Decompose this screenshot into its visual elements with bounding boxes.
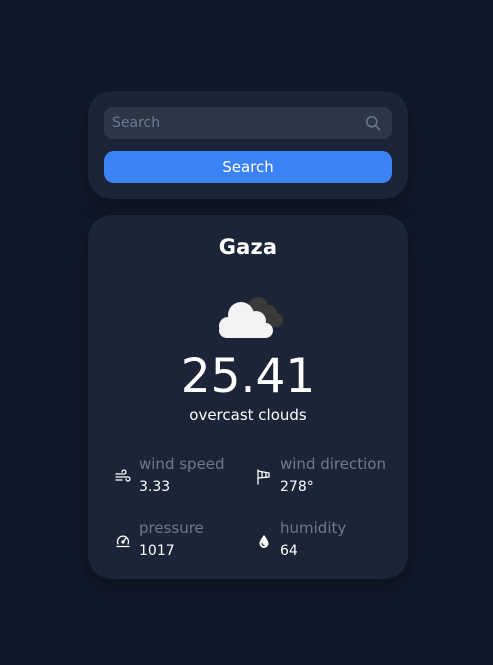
wind-direction-label: wind direction	[280, 455, 386, 473]
wind-speed-stat: wind speed 3.33	[115, 455, 255, 497]
humidity-label: humidity	[280, 519, 347, 537]
windsock-icon	[256, 469, 272, 485]
weather-description: overcast clouds	[189, 406, 307, 424]
weather-card: Gaza 25.41 overcast clouds wind speed 3.…	[88, 215, 408, 579]
humidity-stat: humidity 64	[256, 519, 396, 561]
wind-speed-label: wind speed	[139, 455, 225, 473]
pressure-gauge-icon	[115, 533, 131, 549]
wind-speed-value: 3.33	[139, 479, 171, 495]
search-field[interactable]	[104, 107, 392, 139]
pressure-label: pressure	[139, 519, 204, 537]
search-button[interactable]: Search	[104, 151, 392, 183]
search-card: Search	[88, 91, 408, 199]
search-icon[interactable]	[365, 115, 381, 131]
water-drop-icon	[256, 533, 272, 549]
wind-direction-value: 278°	[280, 479, 314, 495]
humidity-value: 64	[280, 543, 298, 559]
wind-icon	[115, 469, 131, 485]
pressure-stat: pressure 1017	[115, 519, 255, 561]
pressure-value: 1017	[139, 543, 175, 559]
overcast-clouds-icon	[212, 293, 286, 343]
temperature: 25.41	[180, 349, 316, 404]
city-name: Gaza	[218, 235, 278, 259]
wind-direction-stat: wind direction 278°	[256, 455, 396, 497]
search-input[interactable]	[104, 107, 354, 139]
